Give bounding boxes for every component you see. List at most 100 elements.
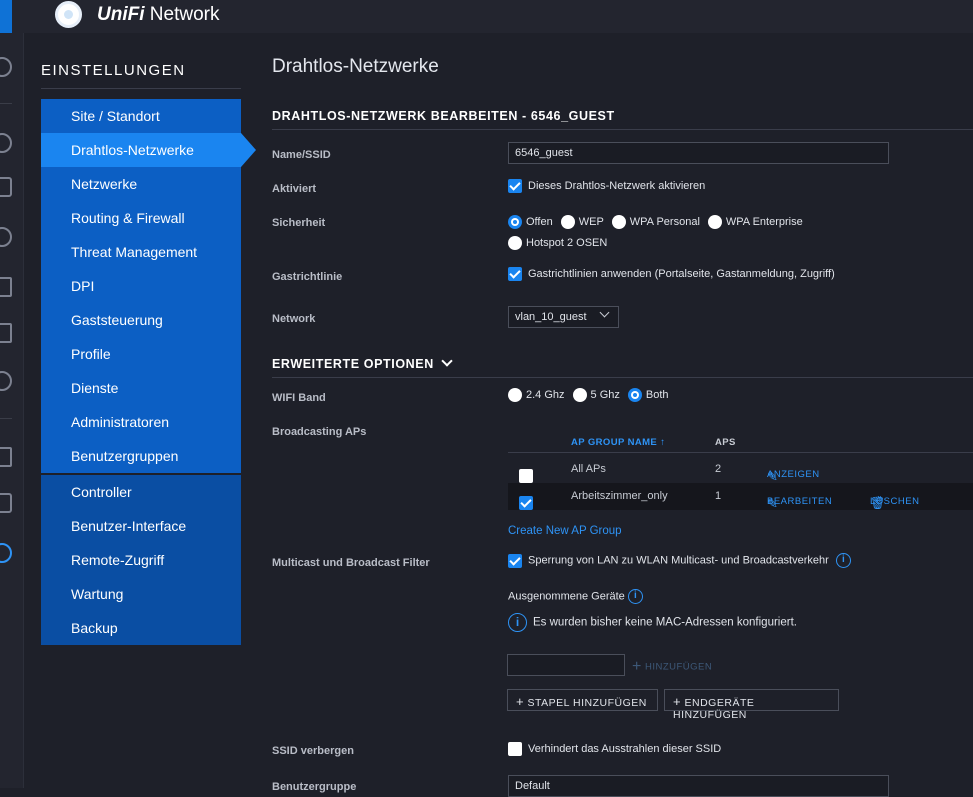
sidebar-item-drahtlos-netzwerke[interactable]: Drahtlos-Netzwerke bbox=[41, 133, 256, 167]
gear-icon[interactable] bbox=[0, 543, 12, 563]
settings-nav: EINSTELLUNGEN Site / Standort Drahtlos-Ne… bbox=[41, 56, 256, 645]
sidebar-item-backup[interactable]: Backup bbox=[41, 611, 241, 645]
enabled-label: Aktiviert bbox=[272, 183, 317, 195]
multicast-checkbox[interactable] bbox=[508, 553, 522, 568]
sidebar-item-routing-firewall[interactable]: Routing & Firewall bbox=[41, 201, 241, 235]
insights-icon[interactable] bbox=[0, 371, 12, 391]
radio-label: 2.4 Ghz bbox=[526, 388, 565, 401]
radio-button[interactable] bbox=[611, 215, 626, 230]
rail-divider bbox=[0, 103, 12, 104]
info-icon[interactable]: i bbox=[835, 553, 851, 568]
create-ap-group-link[interactable]: Create New AP Group bbox=[508, 525, 622, 537]
devices-icon[interactable] bbox=[0, 227, 12, 247]
table-row: All APs 2 ✎ ANZEIGEN bbox=[508, 456, 973, 484]
hide-ssid-row[interactable]: Verhindert das Ausstrahlen dieser SSID bbox=[508, 742, 721, 756]
radio-label: Offen bbox=[526, 216, 553, 228]
ubiquiti-logo-badge[interactable] bbox=[0, 0, 12, 36]
radio-button[interactable] bbox=[572, 388, 587, 402]
multicast-text: Sperrung von LAN zu WLAN Multicast- und … bbox=[528, 554, 829, 567]
mac-address-input[interactable] bbox=[507, 654, 625, 676]
multicast-label: Multicast und Broadcast Filter bbox=[272, 557, 430, 569]
icon-rail bbox=[0, 33, 24, 788]
statistics-icon[interactable] bbox=[0, 133, 12, 153]
hide-ssid-text: Verhindert das Ausstrahlen dieser SSID bbox=[528, 742, 722, 755]
main-content: Drahtlos-Netzwerke DRAHTLOS-NETZWERK BEA… bbox=[272, 56, 973, 797]
add-devices-button[interactable]: + ENDGERÄTE HINZUFÜGEN bbox=[664, 689, 839, 721]
sidebar-item-administratoren[interactable]: Administratoren bbox=[41, 405, 241, 439]
radio-button[interactable] bbox=[560, 215, 575, 230]
sidebar-item-gaststeuerung[interactable]: Gaststeuerung bbox=[41, 303, 241, 337]
guest-policy-label: Gastrichtlinie bbox=[272, 271, 343, 283]
unifi-device-icon bbox=[55, 1, 82, 28]
radio-button[interactable] bbox=[508, 236, 522, 251]
usergroup-label: Benutzergruppe bbox=[272, 781, 357, 793]
hide-ssid-checkbox[interactable] bbox=[508, 742, 522, 756]
radio-button[interactable] bbox=[707, 215, 722, 230]
radio-button[interactable] bbox=[627, 388, 642, 402]
sidebar-item-profile[interactable]: Profile bbox=[41, 337, 241, 371]
app-title: UniFi Network bbox=[97, 4, 220, 25]
radio-button[interactable] bbox=[508, 215, 522, 230]
guest-policy-row[interactable]: Gastrichtlinien anwenden (Portalseite, G… bbox=[508, 267, 835, 281]
wifi-band-option[interactable]: Both bbox=[627, 388, 669, 402]
dashboard-icon[interactable] bbox=[0, 57, 12, 77]
enabled-checkbox[interactable] bbox=[508, 179, 522, 193]
alerts-icon[interactable] bbox=[0, 493, 12, 513]
calendar-icon[interactable] bbox=[0, 447, 12, 467]
ap-count: 1 bbox=[715, 490, 722, 502]
rail-divider bbox=[0, 418, 12, 419]
sidebar-item-dienste[interactable]: Dienste bbox=[41, 371, 241, 405]
bulk-add-button[interactable]: + STAPEL HINZUFÜGEN bbox=[507, 689, 658, 711]
security-option[interactable]: WEP bbox=[560, 215, 604, 230]
security-option[interactable]: WPA Enterprise bbox=[707, 215, 803, 230]
radio-label: 5 Ghz bbox=[590, 388, 620, 401]
sidebar-item-benutzergruppen[interactable]: Benutzergruppen bbox=[41, 439, 241, 473]
wifi-band-radio-group: 2.4 Ghz 5 Ghz Both bbox=[508, 388, 677, 402]
add-mac-button[interactable]: + HINZUFÜGEN bbox=[632, 658, 712, 676]
guest-policy-checkbox[interactable] bbox=[508, 267, 522, 281]
sidebar-item-remote-zugriff[interactable]: Remote-Zugriff bbox=[41, 543, 241, 577]
sidebar-item-dpi[interactable]: DPI bbox=[41, 269, 241, 303]
sidebar-item-site-standort[interactable]: Site / Standort bbox=[41, 99, 241, 133]
sort-up-icon: ↑ bbox=[660, 437, 666, 448]
chart-icon[interactable] bbox=[0, 323, 12, 343]
settings-nav-list: Site / Standort Drahtlos-Netzwerke Netzwer… bbox=[41, 99, 256, 473]
advanced-options-toggle[interactable]: ERWEITERTE OPTIONEN bbox=[272, 355, 973, 378]
security-option[interactable]: WPA Personal bbox=[611, 215, 700, 230]
wifi-band-label: WIFI Band bbox=[272, 392, 326, 404]
security-option[interactable]: Hotspot 2 OSEN bbox=[508, 236, 608, 251]
sidebar-item-netzwerke[interactable]: Netzwerke bbox=[41, 167, 241, 201]
sidebar-item-benutzer-interface[interactable]: Benutzer-Interface bbox=[41, 509, 241, 543]
security-label: Sicherheit bbox=[272, 217, 326, 229]
security-option[interactable]: Offen bbox=[508, 215, 553, 230]
chevron-down-icon bbox=[599, 307, 610, 318]
usergroup-select[interactable]: Default bbox=[508, 775, 889, 797]
ap-group-name: Arbeitszimmer_only bbox=[571, 490, 668, 502]
radio-label: WPA Personal bbox=[629, 216, 700, 228]
radio-label: WEP bbox=[578, 216, 604, 228]
sidebar-item-wartung[interactable]: Wartung bbox=[41, 577, 241, 611]
radio-button[interactable] bbox=[508, 388, 522, 402]
topology-icon[interactable] bbox=[0, 177, 12, 197]
ap-group-name-header[interactable]: AP GROUP NAME ↑ bbox=[571, 437, 665, 448]
top-bar: UniFi Network bbox=[0, 0, 973, 36]
radio-label: Both bbox=[645, 388, 669, 401]
excluded-devices-row: Ausgenommene Geräte i bbox=[508, 589, 643, 604]
wifi-band-option[interactable]: 5 Ghz bbox=[572, 388, 620, 402]
sidebar-item-controller[interactable]: Controller bbox=[41, 475, 241, 509]
clients-icon[interactable] bbox=[0, 277, 12, 297]
wifi-band-option[interactable]: 2.4 Ghz bbox=[508, 388, 565, 402]
sidebar-item-threat-management[interactable]: Threat Management bbox=[41, 235, 241, 269]
guest-policy-text: Gastrichtlinien anwenden (Portalseite, G… bbox=[528, 267, 835, 280]
settings-nav-list-system: Controller Benutzer-Interface Remote-Zugri… bbox=[41, 475, 241, 645]
security-radio-group: Offen WEP WPA Personal WPA Enterprise Hotspo… bbox=[508, 212, 838, 254]
broadcasting-aps-label: Broadcasting APs bbox=[272, 426, 367, 438]
network-select[interactable]: vlan_10_guest bbox=[508, 306, 619, 328]
info-icon[interactable]: i bbox=[627, 589, 643, 604]
radio-label: Hotspot 2 OSEN bbox=[526, 237, 608, 249]
ssid-input[interactable]: 6546_guest bbox=[508, 142, 889, 164]
hide-ssid-label: SSID verbergen bbox=[272, 745, 354, 757]
enabled-checkbox-row[interactable]: Dieses Drahtlos-Netzwerk aktivieren bbox=[508, 179, 705, 193]
multicast-row[interactable]: Sperrung von LAN zu WLAN Multicast- und … bbox=[508, 553, 851, 568]
table-divider bbox=[508, 452, 973, 453]
